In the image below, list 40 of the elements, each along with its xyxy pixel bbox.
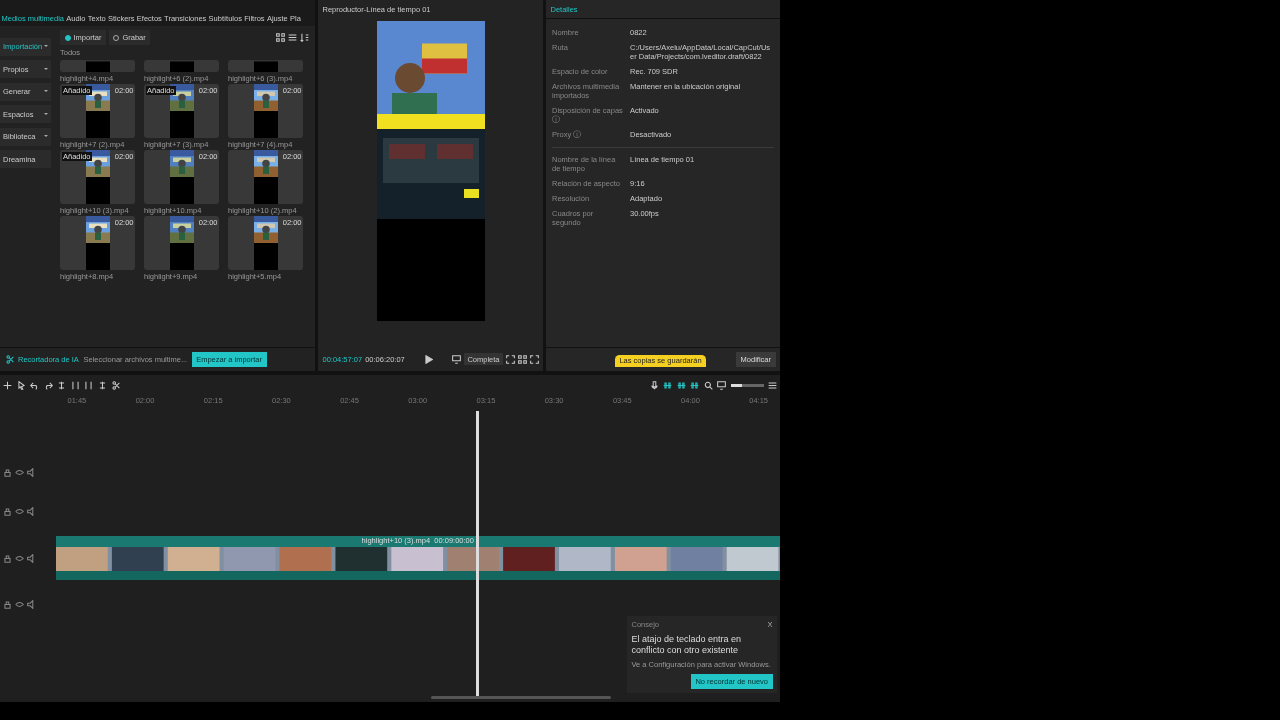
- eye-icon[interactable]: [15, 507, 24, 516]
- scissors-icon[interactable]: [4, 355, 14, 364]
- cursor-icon[interactable]: [16, 381, 26, 390]
- speaker-icon[interactable]: [27, 553, 36, 563]
- settings-icon[interactable]: [768, 381, 777, 390]
- eye-icon[interactable]: [15, 553, 24, 563]
- lock-icon[interactable]: [3, 507, 12, 516]
- microphone-icon[interactable]: [649, 381, 659, 390]
- speaker-icon[interactable]: [27, 468, 36, 477]
- fullscreen-icon[interactable]: [529, 354, 539, 364]
- zoom-icon[interactable]: [703, 381, 713, 390]
- layout-icon[interactable]: [517, 354, 527, 364]
- fit-icon[interactable]: [505, 354, 515, 364]
- list-view-icon[interactable]: [288, 33, 297, 42]
- link-icon[interactable]: [690, 381, 699, 390]
- speaker-icon[interactable]: [27, 600, 36, 609]
- link-icon[interactable]: [676, 381, 686, 390]
- lock-icon[interactable]: [3, 468, 12, 477]
- lock-icon[interactable]: [3, 553, 12, 563]
- split-icon[interactable]: [57, 381, 66, 390]
- speaker-icon[interactable]: [27, 507, 36, 516]
- crop-icon[interactable]: [452, 354, 462, 364]
- trim-icon[interactable]: [84, 381, 93, 390]
- scrollbar[interactable]: [430, 696, 611, 699]
- preview-icon[interactable]: [717, 381, 726, 390]
- lock-icon[interactable]: [3, 600, 12, 609]
- sort-icon[interactable]: [300, 33, 309, 42]
- scissors-icon[interactable]: [111, 381, 120, 390]
- eye-icon[interactable]: [15, 600, 24, 609]
- playhead[interactable]: [475, 411, 479, 696]
- play-icon[interactable]: [424, 354, 434, 364]
- grid-view-icon[interactable]: [276, 33, 285, 42]
- link-icon[interactable]: [663, 381, 672, 390]
- undo-icon[interactable]: [30, 381, 39, 390]
- zoom-slider-fill[interactable]: [730, 384, 743, 387]
- eye-icon[interactable]: [15, 468, 24, 477]
- trim-icon[interactable]: [70, 381, 80, 390]
- redo-icon[interactable]: [43, 381, 53, 390]
- add-icon[interactable]: [3, 381, 12, 390]
- notification-message: El atajo de teclado entra en conflicto con otro existente: [631, 633, 743, 656]
